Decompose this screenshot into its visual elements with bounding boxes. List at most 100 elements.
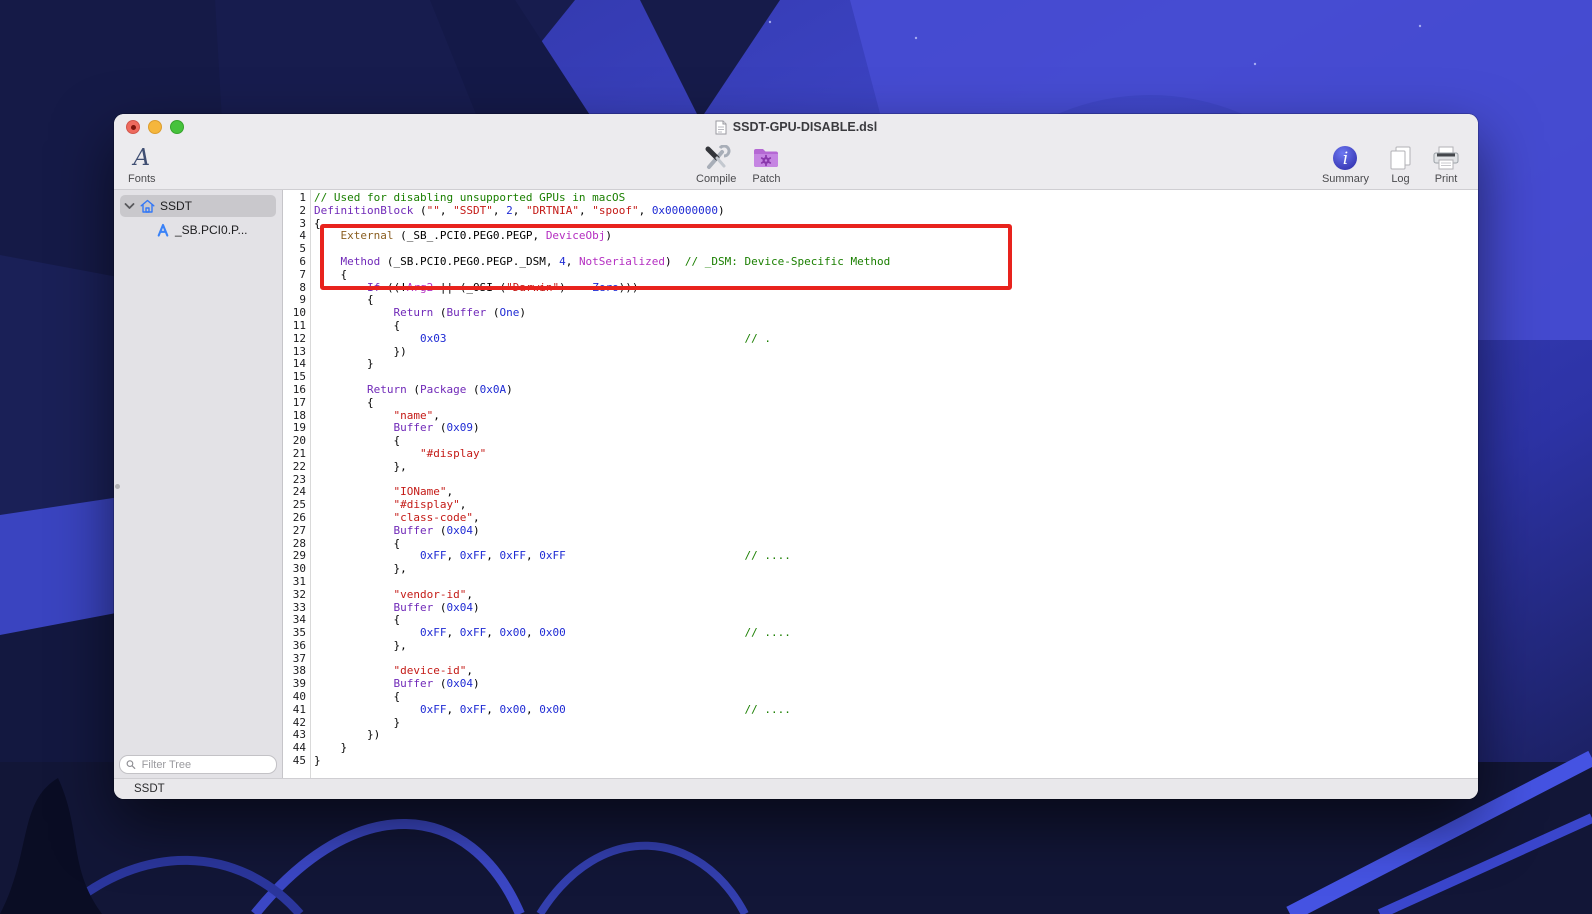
code-lines: 1 // Used for disabling unsupported GPUs … [283, 190, 1478, 768]
code-token: ( [433, 306, 447, 320]
code-text: } [310, 754, 321, 768]
status-bar: SSDT [114, 778, 1478, 799]
code-line: 12 0x03 // . [283, 332, 1478, 346]
code-token: } [314, 741, 348, 755]
code-token: , [486, 626, 500, 640]
code-token: ) == [559, 280, 593, 294]
sidebar-item-sb-pci0[interactable]: _SB.PCI0.P... [114, 219, 282, 241]
document-edited-dot [130, 124, 136, 130]
patch-label: Patch [752, 173, 781, 185]
sidebar-item-label: SSDT [160, 199, 193, 213]
code-line: 14 } [283, 357, 1478, 371]
code-token: 0x04 [446, 600, 473, 614]
code-token: { [314, 613, 401, 627]
code-token: , [486, 549, 500, 563]
line-number: 22 [292, 459, 306, 473]
code-line: 19 Buffer (0x09) [283, 421, 1478, 435]
code-token: 4 [559, 254, 566, 268]
code-token: "name" [393, 408, 434, 422]
code-token: , [466, 587, 473, 601]
code-token: , [565, 254, 579, 268]
code-text: }, [310, 638, 407, 653]
patch-folder-icon [754, 149, 779, 167]
code-token: "IOName" [393, 485, 447, 499]
filter-tree-field[interactable] [119, 755, 277, 774]
code-token: 0x09 [446, 421, 473, 435]
filter-tree-input[interactable] [139, 757, 270, 772]
code-token: 0x04 [446, 677, 473, 691]
code-token: }, [314, 638, 407, 652]
code-token: 0x00 [499, 626, 526, 640]
code-token: // .... [744, 549, 791, 563]
fonts-label: Fonts [128, 173, 156, 185]
code-token: 0xFF [459, 549, 487, 563]
code-token: , [459, 498, 467, 512]
line-number: 11 [292, 318, 306, 332]
code-token: 0x0A [479, 382, 507, 396]
code-token: 0xFF [499, 549, 526, 563]
window-title-text: SSDT-GPU-DISABLE.dsl [732, 120, 878, 134]
close-button[interactable] [126, 120, 140, 134]
code-text: }, [310, 562, 406, 576]
code-editor[interactable]: 1 // Used for disabling unsupported GPUs … [283, 190, 1478, 778]
code-token: "spoof" [592, 203, 639, 217]
code-token: , [433, 408, 440, 422]
fonts-icon: A [133, 145, 151, 171]
code-token: 0xFF [419, 549, 447, 563]
code-line: 16 Return (Package (0x0A) [283, 382, 1478, 397]
code-token: ( [433, 677, 447, 691]
code-line: 22 }, [283, 459, 1478, 474]
code-token: ) [718, 203, 725, 217]
print-icon [1433, 146, 1459, 169]
compile-button[interactable]: Compile [692, 140, 740, 189]
code-line: 27 Buffer (0x04) [283, 524, 1478, 538]
document-icon [715, 120, 727, 134]
device-a-icon [157, 223, 169, 237]
code-token: 0x00 [499, 702, 526, 716]
window-titlebar[interactable]: SSDT-GPU-DISABLE.dsl [114, 114, 1478, 140]
fonts-button[interactable]: A Fonts [124, 140, 160, 189]
sidebar-item-ssdt[interactable]: SSDT [120, 195, 276, 217]
code-token: ))) [618, 280, 639, 294]
summary-button[interactable]: i Summary [1318, 140, 1373, 189]
code-token: , [525, 702, 540, 716]
code-token: { [314, 216, 321, 230]
code-token: "" [426, 203, 440, 217]
code-token: ) [665, 254, 685, 268]
minimize-button[interactable] [148, 120, 162, 134]
code-token: External [340, 229, 394, 243]
code-line: 10 Return (Buffer (One) [283, 306, 1478, 320]
code-token: Buffer [393, 677, 434, 691]
code-token: Method [340, 254, 381, 268]
code-token: , [512, 203, 526, 217]
code-line: 6 Method (_SB.PCI0.PEG0.PEGP._DSM, 4, No… [283, 254, 1478, 269]
code-text: }, [310, 460, 406, 474]
code-token: , [472, 510, 480, 524]
splitter-handle-dot [115, 484, 120, 489]
code-line: 44 } [283, 741, 1478, 755]
code-token: ( [486, 306, 500, 320]
code-token: { [314, 690, 401, 704]
line-number: 26 [292, 510, 306, 524]
code-token: { [314, 318, 401, 332]
line-number: 35 [292, 626, 306, 640]
print-button[interactable]: Print [1428, 140, 1464, 189]
window-title: SSDT-GPU-DISABLE.dsl [114, 114, 1478, 140]
code-token: Return [366, 382, 407, 396]
zoom-button[interactable] [170, 120, 184, 134]
log-button[interactable]: Log [1385, 140, 1416, 189]
code-token: ( [433, 600, 447, 614]
patch-button[interactable]: Patch [748, 140, 784, 189]
code-token: ) [472, 421, 480, 435]
line-number: 6 [299, 254, 306, 268]
code-token: Buffer [393, 421, 434, 435]
